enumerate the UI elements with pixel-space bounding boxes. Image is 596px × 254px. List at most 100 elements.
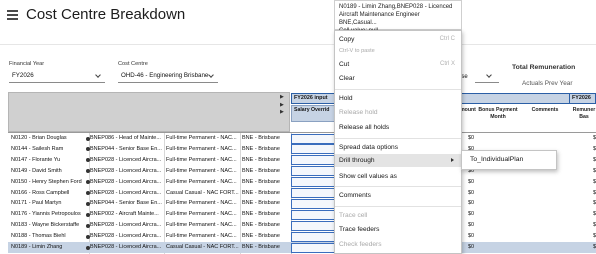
amount-cell: $0 xyxy=(468,178,475,185)
paste-hint: Ctrl-V to paste xyxy=(339,48,375,54)
expand-markers: ▶ ▶ ▶ xyxy=(280,94,284,115)
menu-separator xyxy=(335,138,461,139)
salary-override-input[interactable] xyxy=(291,242,335,253)
remuneration-cell: $ xyxy=(592,145,596,152)
location-cell: BNE - Brisbane xyxy=(242,178,280,185)
employee-cell: N0176 - Yiannis Petropoulos xyxy=(11,211,81,218)
menu-item-label: Copy xyxy=(339,36,355,43)
salary-override-input[interactable] xyxy=(291,209,335,220)
amount-cell: $0 xyxy=(468,244,475,250)
location-cell: BNE - Brisbane xyxy=(242,200,280,207)
menu-item-label: Cut xyxy=(339,61,350,68)
salary-override-input[interactable] xyxy=(291,177,335,188)
position-cell: BNEP002 - Aircraft Mainte... xyxy=(90,211,159,218)
menu-item-release-hold[interactable]: Release hold xyxy=(335,106,461,119)
amount-cell: $0 xyxy=(468,135,475,141)
menu-item-spread-data-options[interactable]: Spread data options xyxy=(335,141,461,154)
employment-type-cell: Full-time Permanent - NAC... xyxy=(166,233,237,240)
salary-override-input[interactable] xyxy=(291,133,335,144)
amount-cell: $0 xyxy=(468,189,475,196)
salary-override-input[interactable] xyxy=(291,188,335,198)
hamburger-icon[interactable] xyxy=(7,10,18,20)
employee-cell: N0120 - Brian Douglas xyxy=(11,135,67,141)
row-indicator-icon xyxy=(86,223,90,228)
position-cell: BNEP028 - Licenced Aircra... xyxy=(90,178,162,185)
employment-type-cell: Full-time Permanent - NAC... xyxy=(166,200,237,207)
salary-override-input[interactable] xyxy=(291,198,335,209)
column-header-remuneration-base[interactable]: Remuner Bas xyxy=(571,107,596,121)
salary-override-input[interactable] xyxy=(291,231,335,242)
menu-item-cut[interactable]: Cut Ctrl X xyxy=(335,58,461,71)
salary-override-input[interactable] xyxy=(291,220,335,231)
position-cell: BNEP028 - Licenced Aircra... xyxy=(90,222,162,229)
position-cell: BNEP028 - Licenced Aircra... xyxy=(90,189,162,196)
menu-item-hold[interactable]: Hold xyxy=(335,92,461,105)
position-cell: BNEP028 - Licenced Aircra... xyxy=(90,244,162,250)
financial-year-label: Financial Year xyxy=(9,61,45,67)
employee-cell: N0189 - Limin Zhang xyxy=(11,244,63,250)
menu-item-comments[interactable]: Comments xyxy=(335,189,461,202)
location-cell: BNE - Brisbane xyxy=(242,156,280,163)
shortcut-label: Ctrl X xyxy=(440,61,455,67)
location-cell: BNE - Brisbane xyxy=(242,135,280,141)
employee-cell: N0144 - Sailesh Ram xyxy=(11,145,64,152)
cell-tooltip: N0189 - Limin Zhang,BNEP028 - Licenced A… xyxy=(334,0,462,34)
menu-item-trace-feeders[interactable]: Trace feeders xyxy=(335,223,461,236)
menu-separator xyxy=(335,186,461,187)
tooltip-line: Aircraft Maintenance Engineer BNE,Casual… xyxy=(339,12,420,26)
menu-item-clear[interactable]: Clear xyxy=(335,72,461,85)
employee-cell: N0150 - Henry Stephen Ford xyxy=(11,178,82,185)
employee-cell: N0188 - Thomas Biehl xyxy=(11,233,66,240)
financial-year-value: FY2026 xyxy=(12,72,34,79)
position-cell: BNEP044 - Senior Base En... xyxy=(90,200,162,207)
remuneration-cell: $ xyxy=(592,167,596,174)
salary-override-input[interactable] xyxy=(291,166,335,177)
column-header-fy2026[interactable]: FY2026 input xyxy=(291,93,335,104)
chevron-down-icon xyxy=(208,72,214,78)
column-header-salary-override[interactable]: Salary Overrid xyxy=(291,105,335,122)
salary-override-input[interactable] xyxy=(291,144,335,155)
financial-year-select[interactable]: FY2026 xyxy=(9,69,105,83)
employee-cell: N0171 - Paul Martyn xyxy=(11,200,62,207)
remuneration-cell: $ xyxy=(592,135,596,141)
amount-cell: $0 xyxy=(468,200,475,207)
row-indicator-icon xyxy=(86,191,90,195)
page-title: Cost Centre Breakdown xyxy=(26,6,186,23)
app-header: Cost Centre Breakdown xyxy=(0,0,596,30)
menu-separator xyxy=(335,89,461,90)
employee-cell: N0166 - Ross Campbell xyxy=(11,189,70,196)
employment-type-cell: Full-time Permanent - NAC... xyxy=(166,167,237,174)
column-header-bonus-payment-month[interactable]: Bonus Payment Month xyxy=(478,107,518,121)
amount-cell: $0 xyxy=(468,211,475,218)
position-cell: BNEP044 - Senior Base En... xyxy=(90,145,162,152)
cost-centre-select[interactable]: OHD-46 - Engineering Brisbane xyxy=(118,69,218,83)
menu-item-release-all-holds[interactable]: Release all holds xyxy=(335,121,461,134)
position-cell: BNEP086 - Head of Mainte... xyxy=(90,135,161,141)
menu-item-show-cell-values-as[interactable]: Show cell values as xyxy=(335,170,461,183)
remuneration-cell: $ xyxy=(592,156,596,163)
position-cell: BNEP028 - Licenced Aircra... xyxy=(90,233,162,240)
total-remuneration-title: Total Remuneration xyxy=(512,64,576,71)
salary-override-input[interactable] xyxy=(291,155,335,166)
partial-filter-select[interactable] xyxy=(475,69,499,83)
employment-type-cell: Full-time Permanent - NAC... xyxy=(166,156,237,163)
column-header-comments[interactable]: Comments xyxy=(530,107,560,114)
menu-item-label: Drill through xyxy=(339,157,375,164)
context-menu: Copy Ctrl C Ctrl-V to paste Cut Ctrl X Cle… xyxy=(334,30,462,254)
column-header-fy2026-right[interactable]: FY2026 xyxy=(569,93,596,104)
remuneration-cell: $ xyxy=(592,200,596,207)
amount-cell: $0 xyxy=(468,233,475,240)
employment-type-cell: Full-time Permanent - NAC... xyxy=(166,178,237,185)
column-band xyxy=(461,93,569,104)
employee-cell: N0149 - David Smith xyxy=(11,167,62,174)
submenu-item-to-individualplan[interactable]: To_IndividualPlan xyxy=(470,156,523,163)
menu-item-check-feeders[interactable]: Check feeders xyxy=(335,238,461,251)
location-cell: BNE - Brisbane xyxy=(242,244,280,250)
menu-item-trace-cell[interactable]: Trace cell xyxy=(335,209,461,222)
menu-item-drill-through[interactable]: Drill through xyxy=(335,154,461,167)
chevron-right-icon xyxy=(451,158,454,162)
position-cell: BNEP028 - Licenced Aircra... xyxy=(90,156,162,163)
grid-row-header-area xyxy=(8,92,290,132)
amount-cell: $0 xyxy=(468,222,475,229)
location-cell: BNE - Brisbane xyxy=(242,211,280,218)
